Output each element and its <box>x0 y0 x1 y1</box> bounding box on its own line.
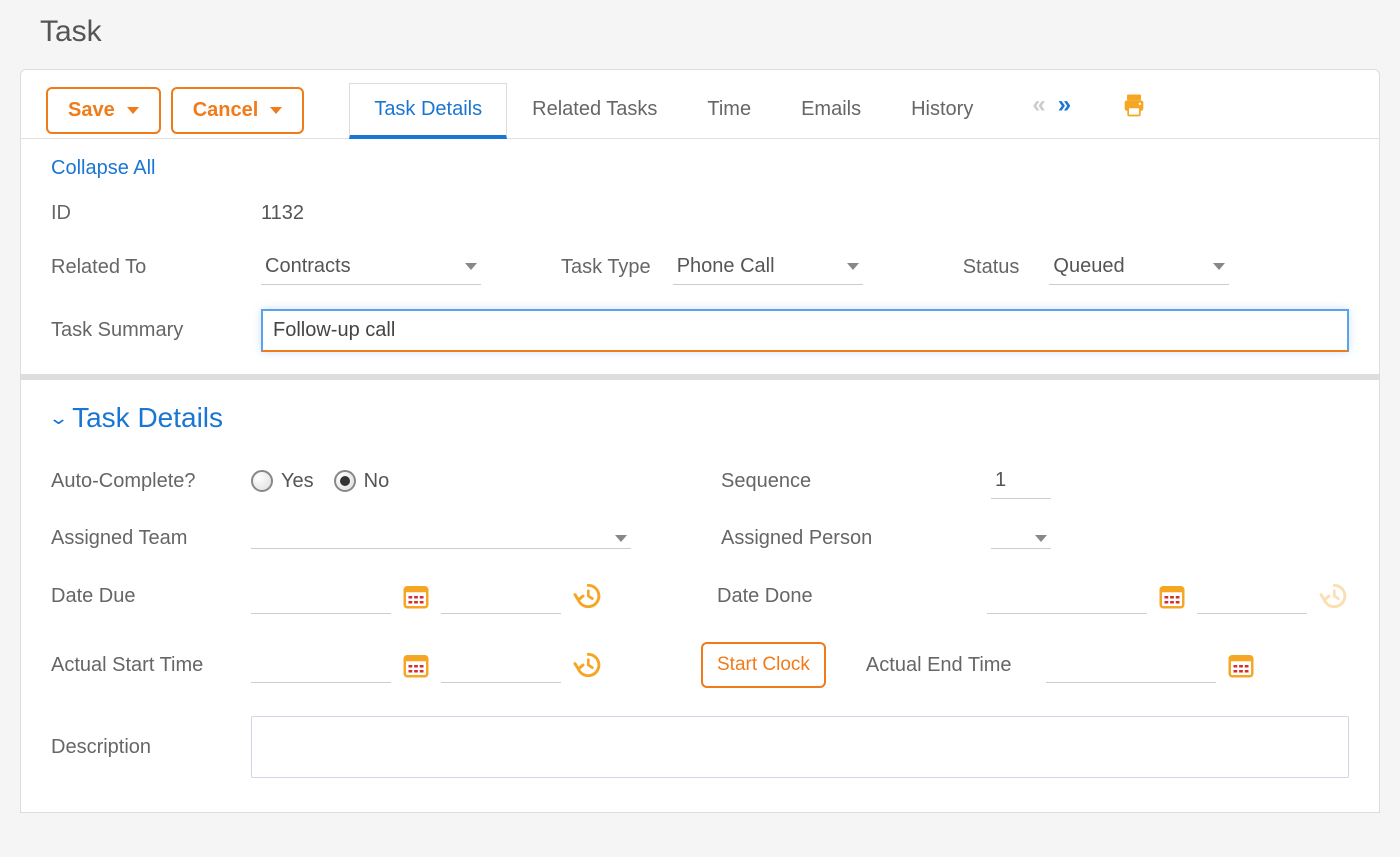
clock-history-icon <box>571 649 603 681</box>
caret-down-icon <box>615 535 627 542</box>
task-summary-input[interactable] <box>261 309 1349 352</box>
toolbar: Save Cancel Task Details Related Tasks T… <box>21 70 1379 139</box>
tab-task-details[interactable]: Task Details <box>349 83 507 139</box>
auto-complete-label: Auto-Complete? <box>51 470 251 493</box>
assigned-person-dropdown[interactable] <box>991 529 1051 549</box>
caret-down-icon <box>270 107 282 114</box>
actual-start-date-input[interactable] <box>251 647 391 683</box>
sequence-input[interactable] <box>991 463 1051 499</box>
actual-start-time-input[interactable] <box>441 647 561 683</box>
header-form: ID 1132 Related To Contracts Task Type P… <box>21 190 1379 374</box>
caret-down-icon <box>847 263 859 270</box>
cancel-button-label: Cancel <box>193 99 259 122</box>
actual-start-calendar-button[interactable] <box>401 650 431 680</box>
actual-end-calendar-button[interactable] <box>1226 650 1256 680</box>
caret-down-icon <box>127 107 139 114</box>
page-title: Task <box>0 0 1400 69</box>
section-title: Task Details <box>72 402 223 434</box>
date-due-clock-button[interactable] <box>571 580 603 612</box>
cancel-button[interactable]: Cancel <box>171 87 305 134</box>
description-label: Description <box>51 736 251 759</box>
save-button-label: Save <box>68 99 115 122</box>
task-details-section: Auto-Complete? Yes No Sequence Assigned … <box>21 449 1379 812</box>
date-done-calendar-button[interactable] <box>1157 581 1187 611</box>
id-value: 1132 <box>261 202 304 225</box>
assigned-person-label: Assigned Person <box>721 527 991 550</box>
tab-pager: « » <box>1028 91 1075 129</box>
print-button[interactable] <box>1120 91 1148 129</box>
tab-time[interactable]: Time <box>682 83 776 139</box>
actual-end-label: Actual End Time <box>866 654 1046 677</box>
status-value: Queued <box>1053 255 1124 278</box>
date-done-input[interactable] <box>987 578 1147 614</box>
tab-emails[interactable]: Emails <box>776 83 886 139</box>
chevron-left-icon[interactable]: « <box>1028 91 1049 119</box>
chevron-right-icon[interactable]: » <box>1054 91 1075 119</box>
date-done-clock-button[interactable] <box>1317 580 1349 612</box>
auto-complete-yes-radio[interactable] <box>251 470 273 492</box>
actual-start-label: Actual Start Time <box>51 654 251 677</box>
sequence-label: Sequence <box>721 470 991 493</box>
task-details-section-header[interactable]: ⌄ Task Details <box>21 380 1379 449</box>
date-due-input[interactable] <box>251 578 391 614</box>
task-type-dropdown[interactable]: Phone Call <box>673 249 863 285</box>
collapse-all-link[interactable]: Collapse All <box>21 139 186 190</box>
description-textarea[interactable] <box>251 716 1349 778</box>
date-done-label: Date Done <box>717 585 987 608</box>
calendar-icon <box>1226 650 1256 680</box>
tab-related-tasks[interactable]: Related Tasks <box>507 83 682 139</box>
task-type-label: Task Type <box>561 256 651 279</box>
caret-down-icon <box>1213 263 1225 270</box>
calendar-icon <box>401 581 431 611</box>
auto-complete-no-radio[interactable] <box>334 470 356 492</box>
clock-history-icon <box>571 580 603 612</box>
tab-history[interactable]: History <box>886 83 998 139</box>
actual-start-clock-button[interactable] <box>571 649 603 681</box>
assigned-team-label: Assigned Team <box>51 527 251 550</box>
status-dropdown[interactable]: Queued <box>1049 249 1229 285</box>
yes-label: Yes <box>281 470 314 493</box>
task-summary-label: Task Summary <box>51 319 251 342</box>
status-label: Status <box>963 256 1020 279</box>
date-done-time-input[interactable] <box>1197 578 1307 614</box>
related-to-value: Contracts <box>265 255 351 278</box>
tab-bar: Task Details Related Tasks Time Emails H… <box>349 82 998 138</box>
clock-history-icon <box>1317 580 1349 612</box>
related-to-label: Related To <box>51 256 251 279</box>
no-label: No <box>364 470 390 493</box>
auto-complete-radio-group: Yes No <box>251 470 401 493</box>
start-clock-button[interactable]: Start Clock <box>701 642 826 688</box>
main-panel: Save Cancel Task Details Related Tasks T… <box>20 69 1380 813</box>
calendar-icon <box>1157 581 1187 611</box>
task-type-value: Phone Call <box>677 255 775 278</box>
chevron-down-icon: ⌄ <box>48 408 69 429</box>
caret-down-icon <box>1035 535 1047 542</box>
calendar-icon <box>401 650 431 680</box>
actual-end-date-input[interactable] <box>1046 647 1216 683</box>
caret-down-icon <box>465 263 477 270</box>
date-due-calendar-button[interactable] <box>401 581 431 611</box>
assigned-team-dropdown[interactable] <box>251 529 631 549</box>
date-due-time-input[interactable] <box>441 578 561 614</box>
date-due-label: Date Due <box>51 585 251 608</box>
related-to-dropdown[interactable]: Contracts <box>261 249 481 285</box>
printer-icon <box>1120 91 1148 119</box>
id-label: ID <box>51 202 251 225</box>
save-button[interactable]: Save <box>46 87 161 134</box>
